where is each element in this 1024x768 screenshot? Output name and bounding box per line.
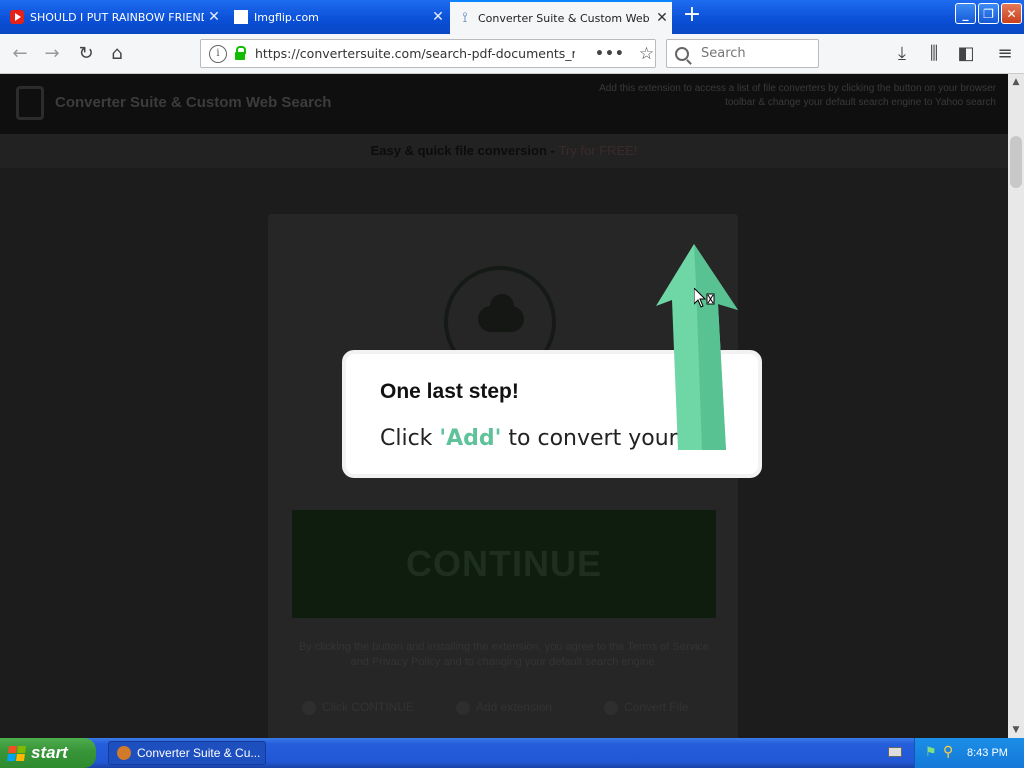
close-tab-icon[interactable]: ✕ — [652, 10, 672, 26]
tab-label: Converter Suite & Custom Web Se — [478, 11, 652, 25]
minimize-button[interactable]: _ — [955, 3, 976, 24]
step-icon — [302, 700, 316, 715]
start-button[interactable]: start — [0, 738, 96, 768]
url-text[interactable]: https://convertersuite.com/search-pdf-do… — [255, 46, 575, 61]
step-item: Convert File — [604, 700, 689, 715]
network-icon[interactable]: ⚑ — [925, 745, 937, 760]
youtube-icon — [10, 10, 24, 24]
keyboard-icon[interactable] — [888, 747, 902, 757]
forward-arrow-icon[interactable]: → — [40, 42, 64, 66]
tab-label: Imgflip.com — [254, 10, 319, 24]
step-item: Click CONTINUE — [302, 700, 414, 715]
page-scrollbar[interactable]: ▲ ▼ — [1008, 74, 1024, 738]
menu-icon[interactable]: ≡ — [993, 42, 1017, 66]
step-label: Convert File — [624, 700, 689, 714]
downloads-icon[interactable]: ⤓ — [890, 42, 914, 66]
promo-strip: Easy & quick file conversion - Try for F… — [0, 134, 1008, 168]
start-label: start — [31, 743, 68, 762]
library-icon[interactable]: ⫼ — [922, 42, 946, 66]
continue-button[interactable]: CONTINUE — [292, 510, 716, 618]
site-logo — [16, 86, 44, 120]
windows-taskbar: start Converter Suite & Cu... ⚑ ⚲ 8:43 P… — [0, 738, 1024, 768]
scroll-thumb[interactable] — [1010, 136, 1022, 188]
windows-flag-icon — [6, 745, 27, 761]
tab-converter-suite[interactable]: ⟟ Converter Suite & Custom Web Se ✕ — [450, 0, 672, 34]
home-icon[interactable]: ⌂ — [105, 42, 129, 66]
popup-add-word: 'Add' — [439, 426, 502, 451]
popup-title: One last step! — [380, 380, 519, 403]
blank-page-icon — [234, 10, 248, 24]
promo-text: Easy & quick file conversion - — [370, 143, 559, 158]
step-item: Add extension — [456, 700, 552, 715]
step-icon — [456, 700, 470, 715]
site-notice: Add this extension to access a list of f… — [599, 83, 996, 108]
scroll-up-icon[interactable]: ▲ — [1008, 74, 1024, 90]
firefox-icon — [117, 746, 131, 760]
green-up-arrow-icon — [656, 244, 738, 450]
lock-icon — [235, 46, 246, 60]
close-tab-icon[interactable]: ✕ — [204, 9, 224, 25]
reload-icon[interactable]: ↻ — [74, 42, 98, 66]
site-header: Converter Suite & Custom Web Search Add … — [0, 74, 1008, 134]
tab-youtube[interactable]: SHOULD I PUT RAINBOW FRIENDS ✕ — [2, 2, 224, 32]
converter-suite-icon: ⟟ — [462, 10, 468, 26]
search-input[interactable] — [699, 45, 813, 62]
search-tray-icon[interactable]: ⚲ — [943, 744, 953, 760]
search-box[interactable] — [666, 39, 819, 68]
step-label: Click CONTINUE — [322, 700, 414, 714]
back-arrow-icon[interactable]: ← — [8, 42, 32, 66]
taskbar-window-button[interactable]: Converter Suite & Cu... — [108, 741, 266, 765]
restore-button[interactable]: ❐ — [978, 3, 999, 24]
new-tab-button[interactable]: + — [680, 4, 704, 28]
mouse-cursor-icon — [694, 288, 715, 308]
step-icon — [604, 700, 618, 715]
page-actions-icon[interactable]: ••• — [595, 46, 625, 62]
tab-imgflip[interactable]: Imgflip.com ✕ — [226, 2, 448, 32]
fine-print: By clicking the button and installing th… — [298, 641, 710, 668]
system-tray: ⚑ ⚲ 8:43 PM — [914, 738, 1024, 768]
site-title: Converter Suite & Custom Web Search — [55, 94, 332, 111]
scroll-down-icon[interactable]: ▼ — [1008, 722, 1024, 738]
bookmark-star-icon[interactable]: ☆ — [639, 44, 654, 64]
navigation-toolbar: ← → ↻ ⌂ i https://convertersuite.com/sea… — [0, 34, 1024, 74]
site-info-icon[interactable]: i — [209, 44, 227, 63]
promo-link[interactable]: Try for FREE! — [558, 143, 637, 158]
clock[interactable]: 8:43 PM — [967, 747, 1008, 759]
sidebar-icon[interactable]: ◧ — [954, 42, 978, 66]
popup-text-prefix: Click — [380, 426, 440, 451]
address-bar[interactable]: i https://convertersuite.com/search-pdf-… — [200, 39, 656, 68]
tab-label: SHOULD I PUT RAINBOW FRIENDS — [30, 10, 204, 24]
step-label: Add extension — [476, 700, 553, 714]
taskbar-window-label: Converter Suite & Cu... — [137, 746, 261, 760]
browser-tab-strip: SHOULD I PUT RAINBOW FRIENDS ✕ Imgflip.c… — [0, 0, 1024, 34]
close-tab-icon[interactable]: ✕ — [428, 9, 448, 25]
search-icon — [675, 46, 689, 61]
close-window-button[interactable]: ✕ — [1001, 3, 1022, 24]
